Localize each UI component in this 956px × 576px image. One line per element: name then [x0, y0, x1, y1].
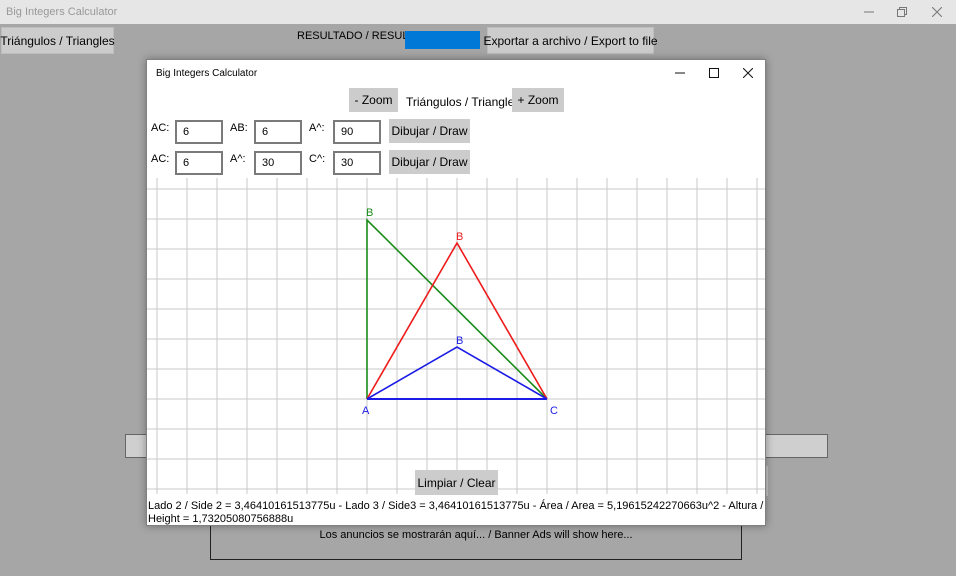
dialog-close-button[interactable] [731, 60, 765, 86]
main-close-button[interactable] [920, 0, 954, 24]
row1-ab-input[interactable] [254, 120, 302, 144]
maximize-icon [709, 68, 719, 78]
minimize-icon [864, 11, 874, 13]
vertex-label-b-blue: B [456, 335, 463, 347]
vertex-label-b-red: B [456, 231, 463, 243]
close-icon [932, 7, 942, 17]
row1-angle-a-label: A^: [309, 122, 325, 134]
minimize-icon [675, 72, 685, 74]
vertex-label-a: A [362, 405, 370, 417]
row2-angle-a-label: A^: [230, 153, 246, 165]
draw-button-1[interactable]: Dibujar / Draw [389, 119, 470, 143]
main-title-bar: Big Integers Calculator [0, 0, 956, 24]
dialog-title: Big Integers Calculator [156, 68, 258, 79]
zoom-in-button[interactable]: + Zoom [512, 88, 564, 112]
dialog-maximize-button[interactable] [697, 60, 731, 86]
result-text: Lado 2 / Side 2 = 3,46410161513775u - La… [148, 500, 764, 525]
drawing-canvas[interactable]: A C B B B [147, 178, 765, 494]
row1-ab-label: AB: [230, 122, 248, 134]
row1-angle-a-input[interactable] [333, 120, 381, 144]
export-button[interactable]: Exportar a archivo / Export to file [483, 27, 658, 54]
restore-icon [897, 7, 907, 17]
row1-ac-input[interactable] [175, 120, 223, 144]
triangles-dialog: Big Integers Calculator - Zoom Triángulo… [146, 59, 766, 526]
zoom-out-button[interactable]: - Zoom [349, 88, 398, 112]
triangles-button[interactable]: Triángulos / Triangles [0, 27, 115, 54]
main-window-title: Big Integers Calculator [6, 6, 118, 18]
result-indicator [405, 31, 480, 49]
ads-banner-text: Los anuncios se mostrarán aquí... / Bann… [319, 528, 633, 541]
result-label: RESULTADO / RESULT [297, 30, 415, 42]
row2-angle-c-input[interactable] [333, 151, 381, 175]
vertex-label-c: C [550, 405, 558, 417]
main-restore-button[interactable] [885, 0, 919, 24]
close-icon [743, 68, 753, 78]
dialog-heading: Triángulos / Triangles [406, 95, 521, 109]
main-minimize-button[interactable] [852, 0, 886, 24]
row2-angle-a-input[interactable] [254, 151, 302, 175]
row2-angle-c-label: C^: [309, 153, 326, 165]
row1-ac-label: AC: [151, 122, 170, 134]
row2-ac-label: AC: [151, 153, 170, 165]
ads-banner: Los anuncios se mostrarán aquí... / Bann… [210, 520, 742, 560]
clear-button[interactable]: Limpiar / Clear [415, 470, 498, 495]
vertex-label-b-green: B [366, 207, 373, 219]
triangle-canvas-svg: A C B B B [147, 178, 765, 494]
draw-button-2[interactable]: Dibujar / Draw [389, 150, 470, 174]
dialog-minimize-button[interactable] [663, 60, 697, 86]
row2-ac-input[interactable] [175, 151, 223, 175]
